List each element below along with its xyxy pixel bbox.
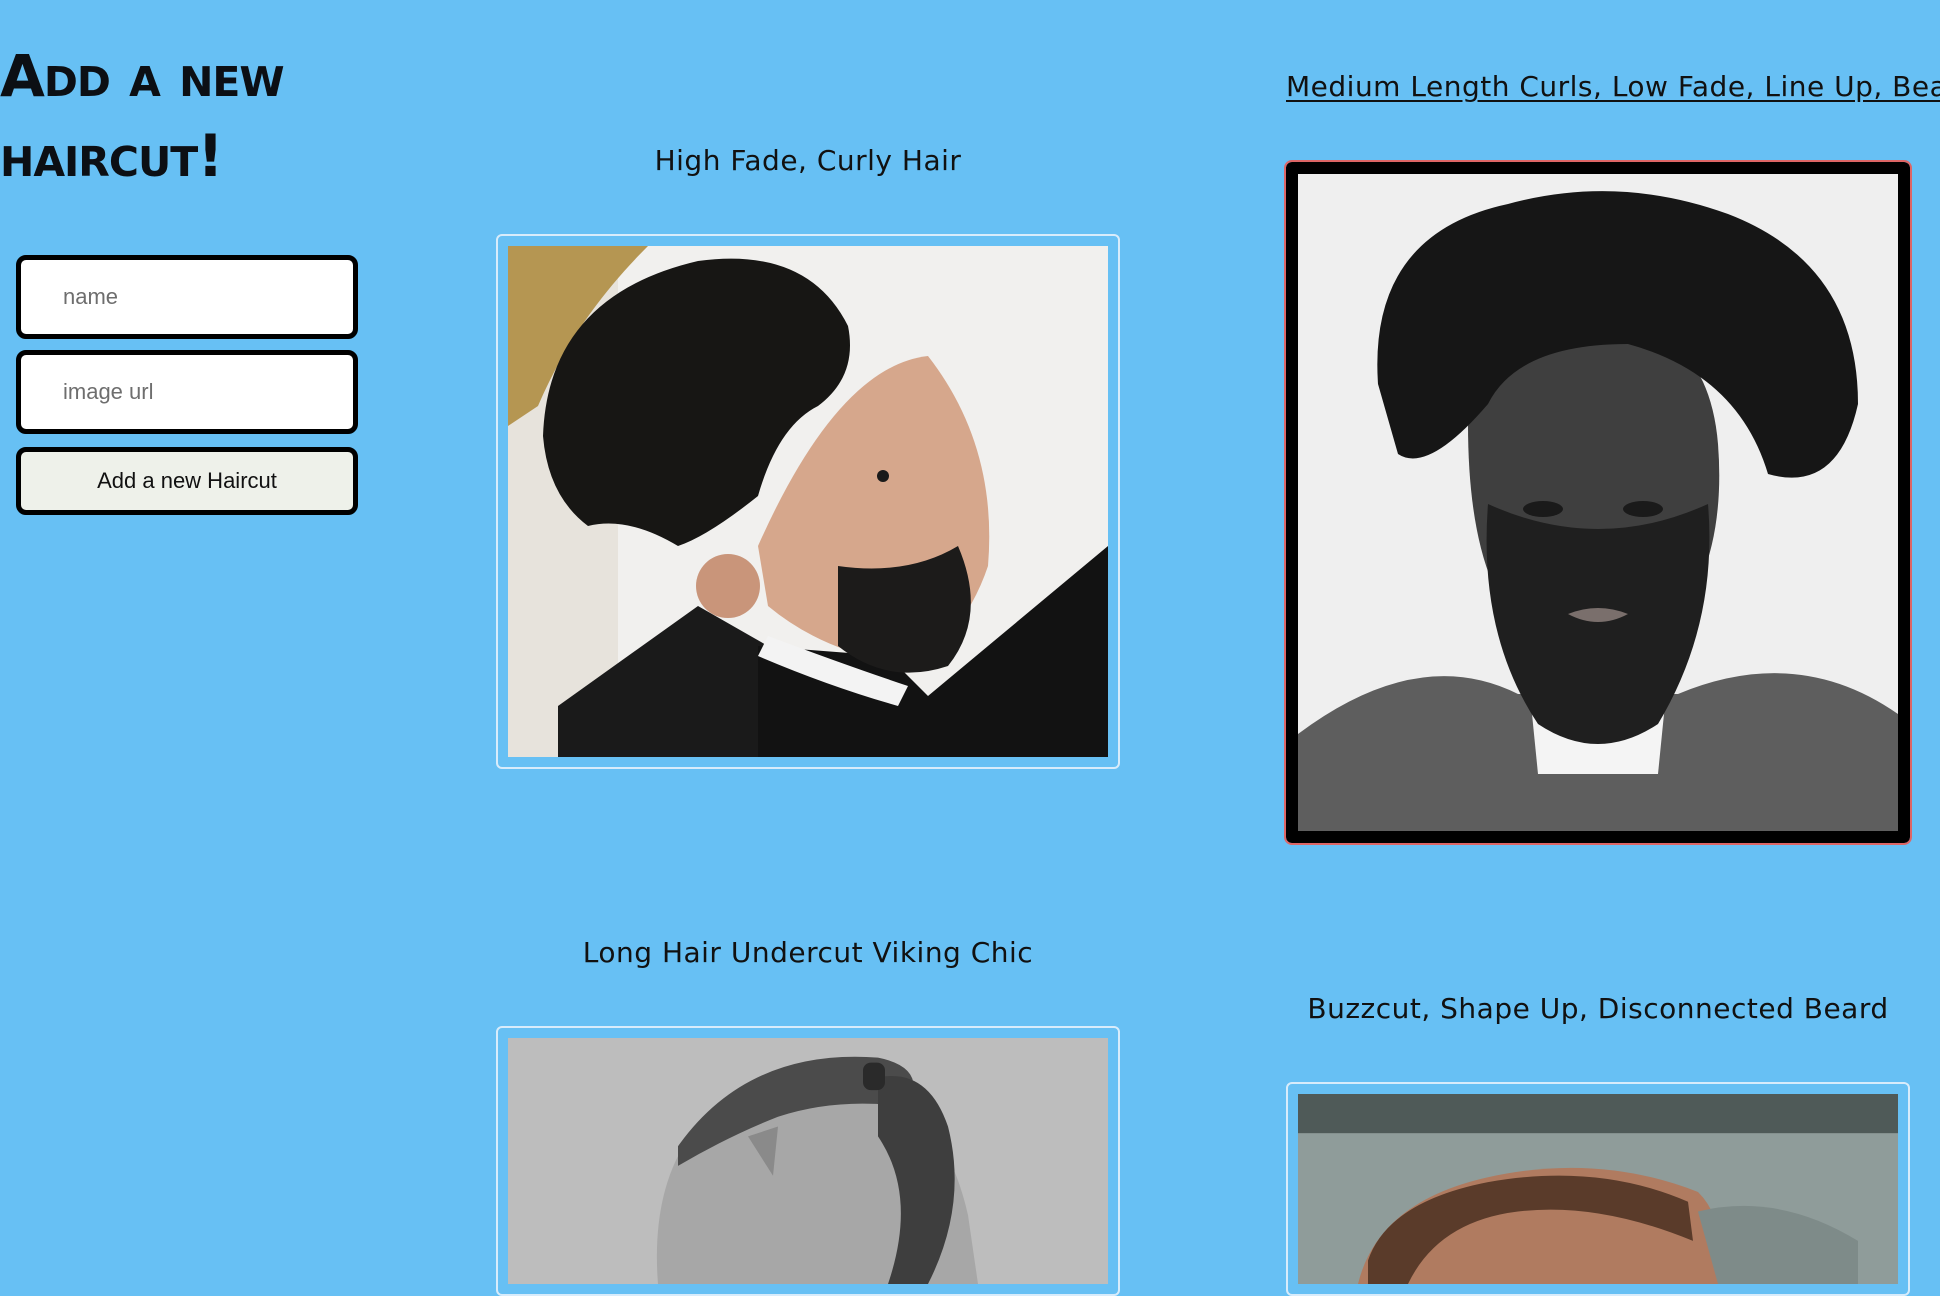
haircut-name[interactable]: Long Hair Undercut Viking Chic	[496, 936, 1120, 969]
haircut-photo-frame-selected[interactable]	[1284, 160, 1912, 845]
image-url-input[interactable]	[16, 350, 358, 434]
haircut-card[interactable]: Buzzcut, Shape Up, Disconnected Beard	[1286, 992, 1910, 1296]
viking-undercut-photo	[508, 1038, 1108, 1284]
haircut-photo-frame[interactable]	[1286, 1082, 1910, 1296]
haircut-photo-frame[interactable]	[496, 234, 1120, 769]
haircut-name[interactable]: High Fade, Curly Hair	[496, 144, 1120, 177]
haircut-card[interactable]: Medium Length Curls, Low Fade, Line Up, …	[1284, 70, 1940, 845]
add-haircut-button[interactable]: Add a new Haircut	[16, 447, 358, 515]
buzzcut-photo	[1298, 1094, 1898, 1284]
medium-curls-photo	[1298, 174, 1898, 831]
haircut-photo-frame[interactable]	[496, 1026, 1120, 1296]
haircut-name[interactable]: Buzzcut, Shape Up, Disconnected Beard	[1286, 992, 1910, 1025]
haircut-card[interactable]: High Fade, Curly Hair	[496, 144, 1120, 769]
haircut-name[interactable]: Medium Length Curls, Low Fade, Line Up, …	[1286, 70, 1940, 103]
curly-high-fade-photo	[508, 246, 1108, 757]
name-input[interactable]	[16, 255, 358, 339]
page-title: Add a new haircut!	[0, 42, 285, 190]
haircut-card[interactable]: Long Hair Undercut Viking Chic	[496, 936, 1120, 1296]
